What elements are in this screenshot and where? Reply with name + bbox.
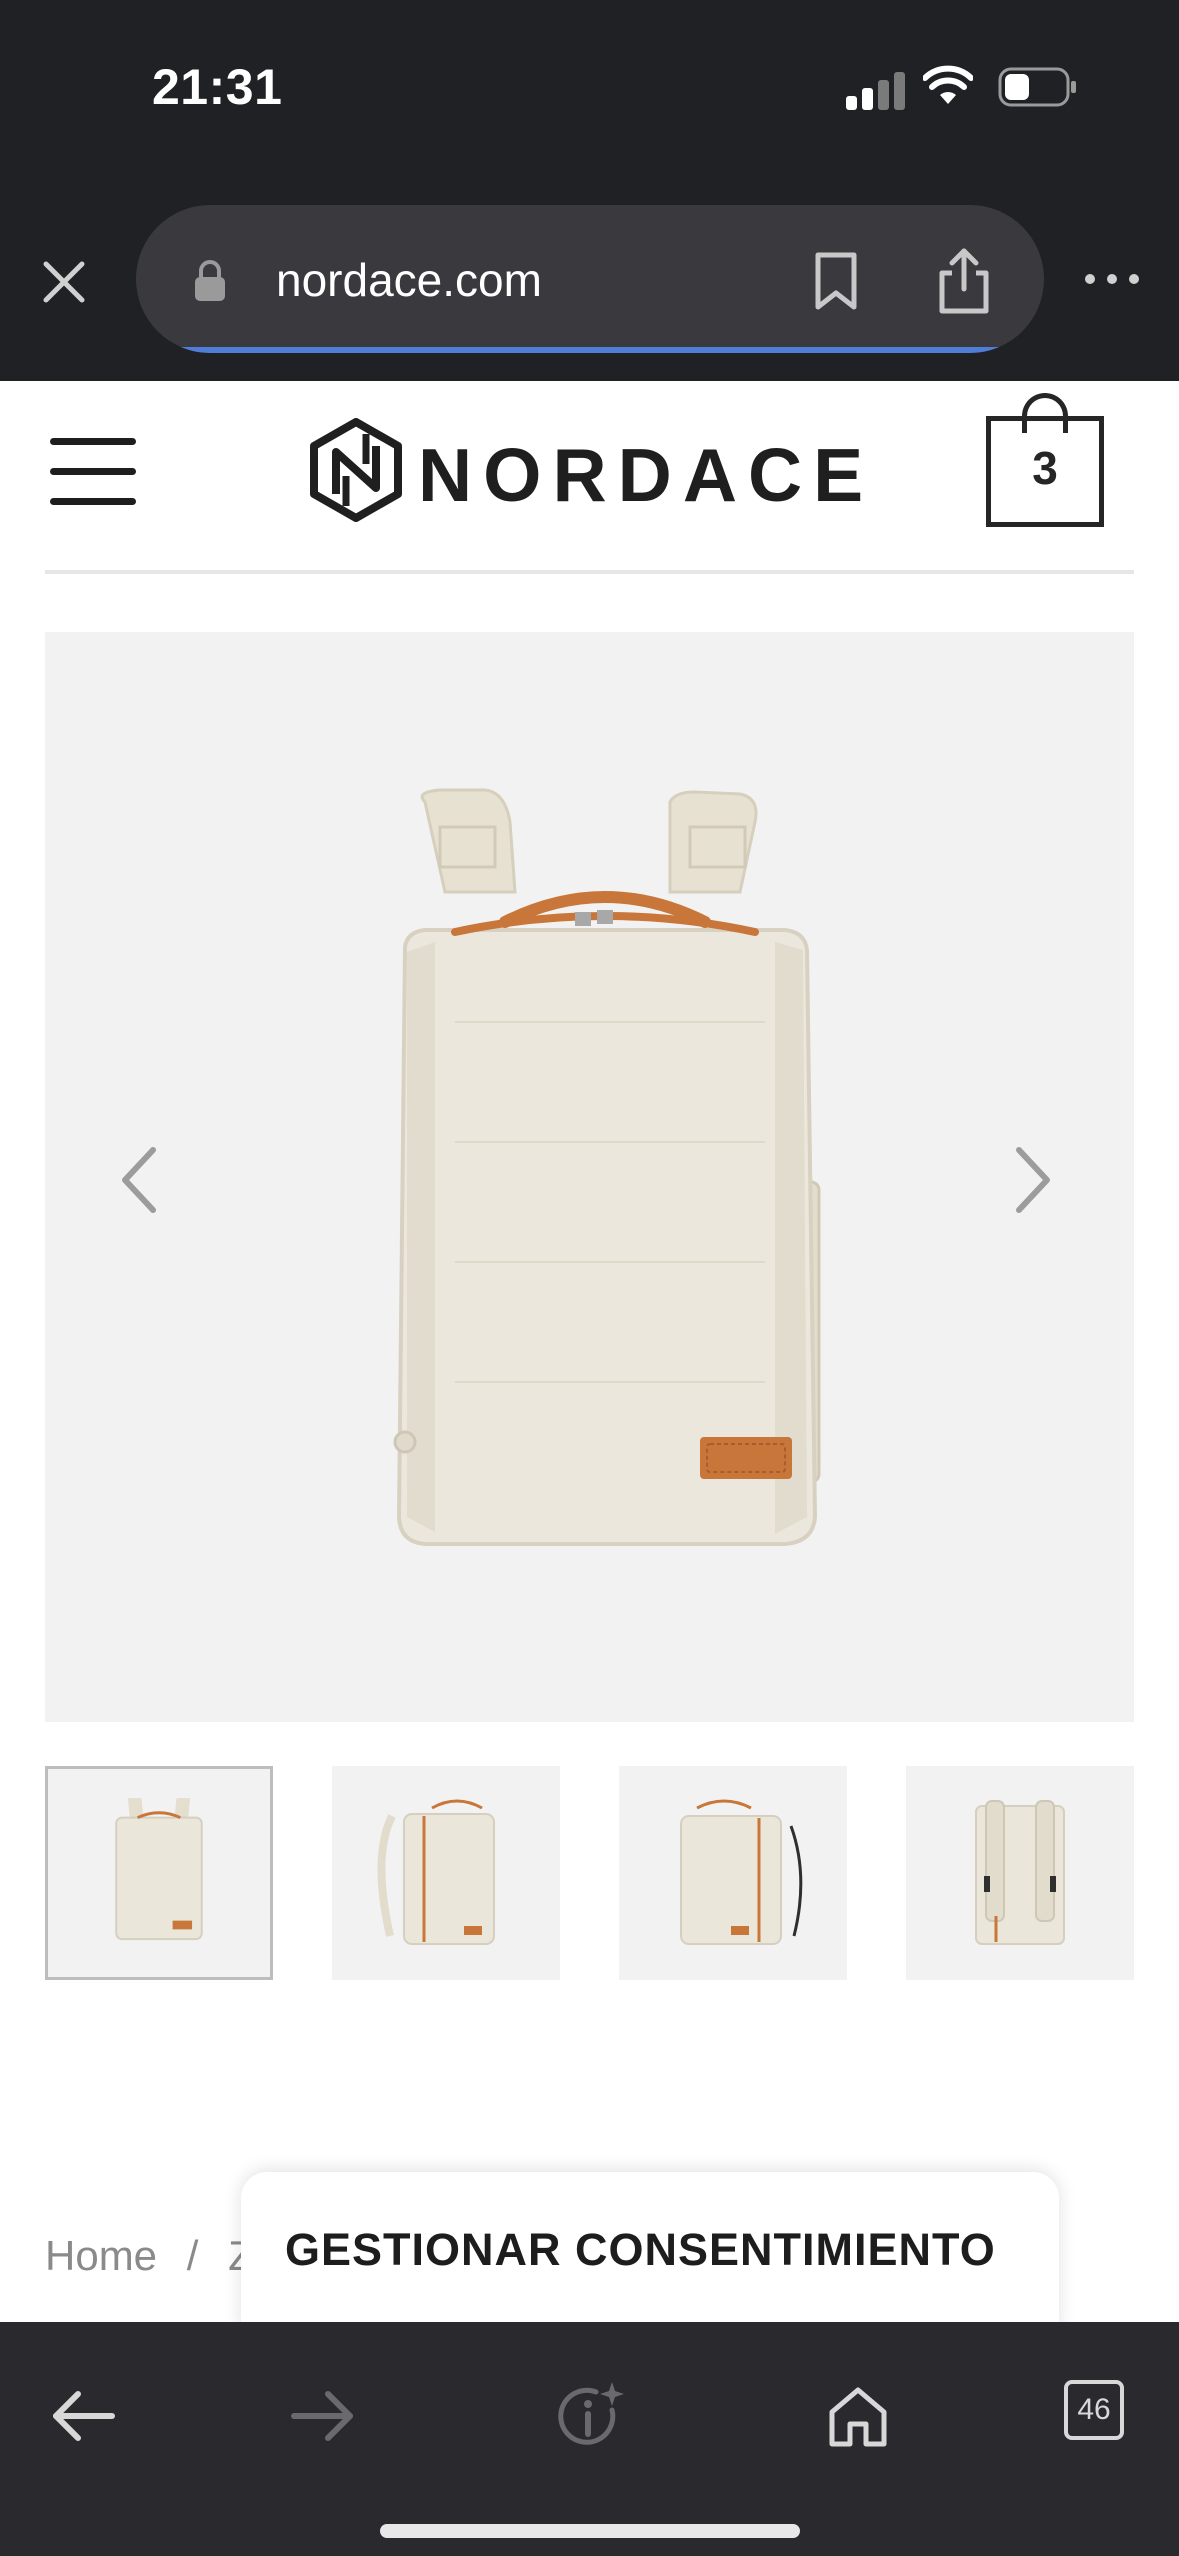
forward-arrow-icon[interactable] [286, 2380, 358, 2452]
share-icon[interactable] [932, 245, 996, 317]
chevron-right-icon[interactable] [1003, 1140, 1063, 1220]
cart-count-badge: 3 [1032, 442, 1058, 494]
thumbnail-back[interactable] [906, 1766, 1134, 1980]
breadcrumb-separator: / [186, 2232, 199, 2279]
bookmark-icon[interactable] [806, 249, 866, 313]
browser-bottom-bar: 46 [0, 2322, 1179, 2556]
battery-icon [998, 67, 1076, 107]
brand-logo[interactable]: NORDACE [308, 414, 878, 524]
product-main-image[interactable] [45, 632, 1134, 1722]
home-indicator [380, 2524, 800, 2538]
brand-name: NORDACE [418, 433, 875, 517]
thumbnail-front[interactable] [45, 1766, 273, 1980]
breadcrumb: Home / Z [45, 2232, 272, 2280]
thumbnail-angle[interactable] [619, 1766, 847, 1980]
cellular-signal-icon [846, 70, 906, 110]
tabs-icon[interactable]: 46 [1064, 2380, 1124, 2440]
consent-tab[interactable]: GESTIONAR CONSENTIMIENTO [241, 2172, 1059, 2332]
hamburger-menu-icon[interactable] [50, 436, 140, 506]
wifi-icon [923, 65, 973, 104]
home-icon[interactable] [822, 2380, 894, 2452]
backpack-image [393, 788, 821, 1546]
backpack-thumbnail-image [975, 1800, 1065, 1945]
url-text[interactable]: nordace.com [276, 253, 542, 307]
browser-top-bar: 21:31 nordace.com [0, 0, 1179, 381]
backpack-thumbnail-image [377, 1799, 495, 1945]
backpack-thumbnail-image [115, 1798, 203, 1941]
thumbnail-strip [45, 1766, 1134, 1980]
chevron-left-icon[interactable] [109, 1140, 169, 1220]
header-divider [45, 570, 1134, 574]
info-sparkle-icon[interactable] [554, 2380, 626, 2452]
page-load-progress [136, 347, 1044, 353]
site-header: NORDACE 3 [0, 381, 1179, 574]
close-icon[interactable] [32, 250, 96, 314]
cart-icon[interactable]: 3 [986, 393, 1106, 527]
consent-title[interactable]: GESTIONAR CONSENTIMIENTO [285, 2224, 996, 2276]
logo-mark-icon [310, 418, 402, 522]
thumbnail-side[interactable] [332, 1766, 560, 1980]
back-arrow-icon[interactable] [48, 2380, 120, 2452]
lock-icon [195, 260, 225, 301]
more-icon[interactable] [1082, 268, 1142, 290]
address-bar[interactable]: nordace.com [136, 205, 1044, 353]
backpack-thumbnail-image [680, 1799, 803, 1945]
status-time: 21:31 [152, 59, 283, 115]
breadcrumb-home-link[interactable]: Home [45, 2232, 157, 2279]
